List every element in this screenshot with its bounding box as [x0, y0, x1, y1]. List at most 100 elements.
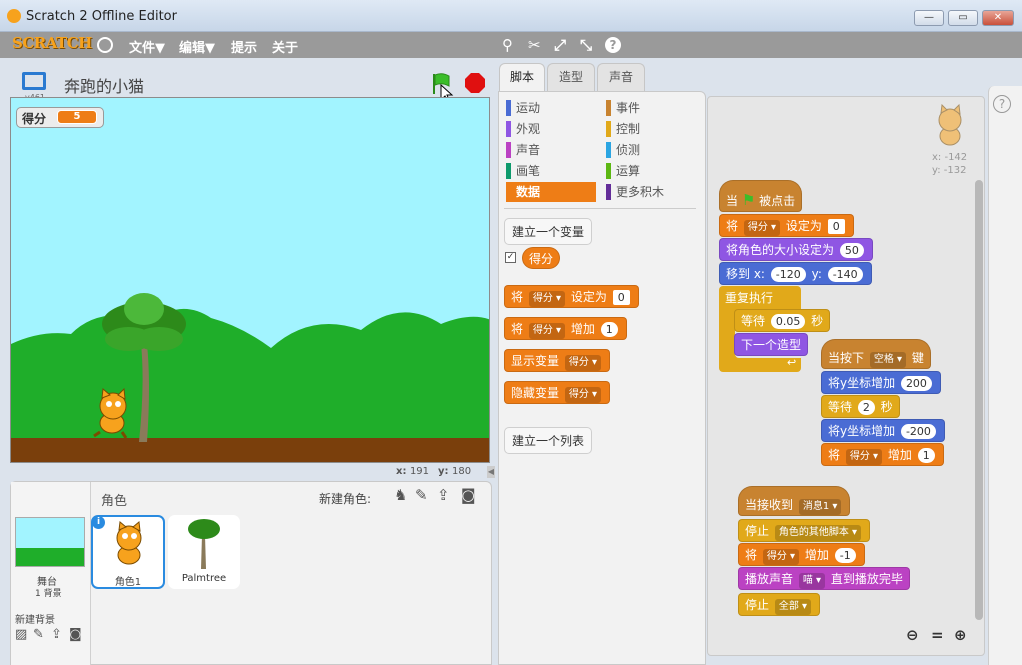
tab-costumes[interactable]: 造型 [547, 63, 595, 91]
sprite-pane: 角色 新建角色: ♞ ✎ ⇪ ◙ 舞台 1 背景 新建背景 ▨ ✎ ⇪ ◙ i … [10, 481, 492, 665]
zoom-out-icon[interactable]: ⊖ [906, 626, 919, 644]
category-more-blocks[interactable]: 更多积木 [606, 182, 696, 202]
stop-button[interactable] [465, 73, 485, 93]
paint-sprite-icon[interactable]: ✎ [415, 486, 428, 504]
menu-about[interactable]: 关于 [272, 37, 298, 56]
sprite-pane-title: 角色 [101, 494, 128, 509]
duplicate-icon[interactable]: ⚲ [502, 36, 513, 54]
change-y-block[interactable]: 将y坐标增加 -200 [821, 419, 945, 442]
change-y-block[interactable]: 将y坐标增加 200 [821, 371, 941, 394]
when-key-pressed-block[interactable]: 当按下 空格 键 [821, 339, 931, 369]
cat-sprite[interactable] [86, 388, 136, 440]
globe-icon[interactable] [97, 37, 113, 53]
zoom-reset-icon[interactable]: = [931, 626, 944, 644]
play-sound-until-done-block[interactable]: 播放声音 喵 直到播放完毕 [738, 567, 910, 590]
category-motion[interactable]: 运动 [506, 98, 596, 118]
mouse-y-readout: y: 180 [438, 466, 472, 477]
stage-canvas[interactable]: 得分 5 [10, 97, 490, 463]
category-sensing[interactable]: 侦测 [606, 140, 696, 160]
backdrop-library-icon[interactable]: ▨ [15, 627, 27, 642]
category-sound[interactable]: 声音 [506, 140, 596, 160]
info-icon[interactable]: i [92, 516, 105, 529]
camera-backdrop-icon[interactable]: ◙ [69, 627, 82, 642]
new-backdrop-label: 新建背景 [15, 615, 55, 626]
shrink-icon[interactable]: ⤡ [580, 36, 592, 54]
variable-monitor-value: 5 [57, 110, 97, 124]
stage-thumbnail[interactable] [15, 517, 85, 567]
camera-sprite-icon[interactable]: ◙ [461, 486, 476, 504]
stage-backdrop [11, 308, 489, 462]
upload-backdrop-icon[interactable]: ⇪ [51, 627, 62, 642]
cat-thumbnail-icon [116, 521, 142, 565]
backdrop-count: 1 背景 [35, 589, 62, 599]
category-list-right: 事件 控制 侦测 运算 更多积木 [606, 98, 696, 202]
variable-checkbox[interactable]: ✓ [505, 252, 516, 263]
minimize-button[interactable]: — [914, 10, 944, 26]
menu-edit[interactable]: 编辑▼ [179, 37, 215, 56]
sprite-library-icon[interactable]: ♞ [394, 486, 407, 504]
upload-sprite-icon[interactable]: ⇪ [437, 486, 450, 504]
sprite-thumb-cat[interactable]: i 角色1 [91, 515, 165, 589]
variable-reporter-block[interactable]: 得分 [522, 247, 561, 269]
category-operators[interactable]: 运算 [606, 161, 696, 181]
zoom-in-icon[interactable]: ⊕ [954, 626, 967, 644]
palmtree-thumbnail-icon [188, 519, 220, 569]
category-events[interactable]: 事件 [606, 98, 696, 118]
stop-other-scripts-block[interactable]: 停止 角色的其他脚本 [738, 519, 871, 542]
category-control[interactable]: 控制 [606, 119, 696, 139]
change-variable-block[interactable]: 将 得分 增加 -1 [738, 543, 865, 566]
change-variable-block[interactable]: 将 得分 增加 1 [821, 443, 944, 466]
category-pen[interactable]: 画笔 [506, 161, 596, 181]
when-i-receive-block[interactable]: 当接收到 消息1 [738, 486, 851, 516]
hide-variable-block[interactable]: 隐藏变量 得分 [504, 381, 611, 404]
mouse-x-readout: x: 191 [396, 466, 430, 477]
loop-arrow-icon: ↩ [787, 356, 797, 369]
app-icon [7, 9, 21, 23]
menu-tips[interactable]: 提示 [231, 37, 257, 56]
collapse-stage-arrow-icon[interactable]: ◀ [487, 466, 495, 478]
project-title[interactable]: 奔跑的小猫 [64, 73, 144, 97]
close-button[interactable]: ✕ [982, 10, 1014, 26]
scratch-logo[interactable]: SCRATCH [12, 34, 92, 56]
sprite-y-readout: y: -132 [932, 165, 967, 176]
category-data[interactable]: 数据 [506, 182, 596, 202]
when-flag-clicked-block[interactable]: 当 ⚑ 被点击 [719, 180, 803, 212]
sprite-thumb-label: 角色1 [114, 577, 142, 588]
category-list-left: 运动 外观 声音 画笔 数据 [506, 98, 596, 202]
fullscreen-icon[interactable] [22, 72, 46, 90]
category-looks[interactable]: 外观 [506, 119, 596, 139]
menu-file[interactable]: 文件▼ [129, 37, 165, 56]
maximize-button[interactable]: ▭ [948, 10, 978, 26]
stop-all-block[interactable]: 停止 全部 [738, 593, 821, 616]
new-sprite-label: 新建角色: [319, 492, 372, 506]
tab-sounds[interactable]: 声音 [597, 63, 645, 91]
make-variable-button[interactable]: 建立一个变量 [504, 218, 593, 245]
cut-icon[interactable]: ✂ [528, 36, 541, 54]
set-variable-block[interactable]: 将 得分 设定为 0 [719, 214, 854, 237]
grow-icon[interactable]: ⤢ [554, 36, 566, 54]
help-icon[interactable]: ? [605, 37, 621, 53]
menu-bar: SCRATCH 文件▼ 编辑▼ 提示 关于 ⚲ ✂ ⤢ ⤡ ? [0, 32, 1022, 58]
sprite-preview-icon [938, 104, 962, 146]
sprite-thumb-label: Palmtree [181, 573, 227, 584]
help-icon[interactable]: ? [993, 95, 1011, 113]
variable-monitor-label: 得分 [22, 112, 47, 126]
paint-backdrop-icon[interactable]: ✎ [33, 627, 44, 642]
sprite-x-readout: x: -142 [932, 152, 968, 163]
set-size-block[interactable]: 将角色的大小设定为 50 [719, 238, 873, 261]
change-variable-block[interactable]: 将 得分 增加 1 [504, 317, 627, 340]
variable-monitor[interactable]: 得分 5 [16, 107, 104, 128]
help-strip [988, 86, 1022, 665]
sprite-thumb-palmtree[interactable]: Palmtree [168, 515, 240, 589]
go-to-xy-block[interactable]: 移到 x: -120 y: -140 [719, 262, 872, 285]
tab-scripts[interactable]: 脚本 [499, 63, 545, 92]
set-variable-block[interactable]: 将 得分 设定为 0 [504, 285, 639, 308]
forever-label: 重复执行 [725, 291, 774, 305]
vertical-scrollbar[interactable] [975, 180, 983, 620]
green-flag-icon: ⚑ [741, 191, 756, 209]
wait-block[interactable]: 等待 2 秒 [821, 395, 900, 418]
show-variable-block[interactable]: 显示变量 得分 [504, 349, 611, 372]
make-list-button[interactable]: 建立一个列表 [504, 427, 593, 454]
next-costume-block[interactable]: 下一个造型 [734, 333, 809, 356]
wait-block[interactable]: 等待 0.05 秒 [734, 309, 831, 332]
